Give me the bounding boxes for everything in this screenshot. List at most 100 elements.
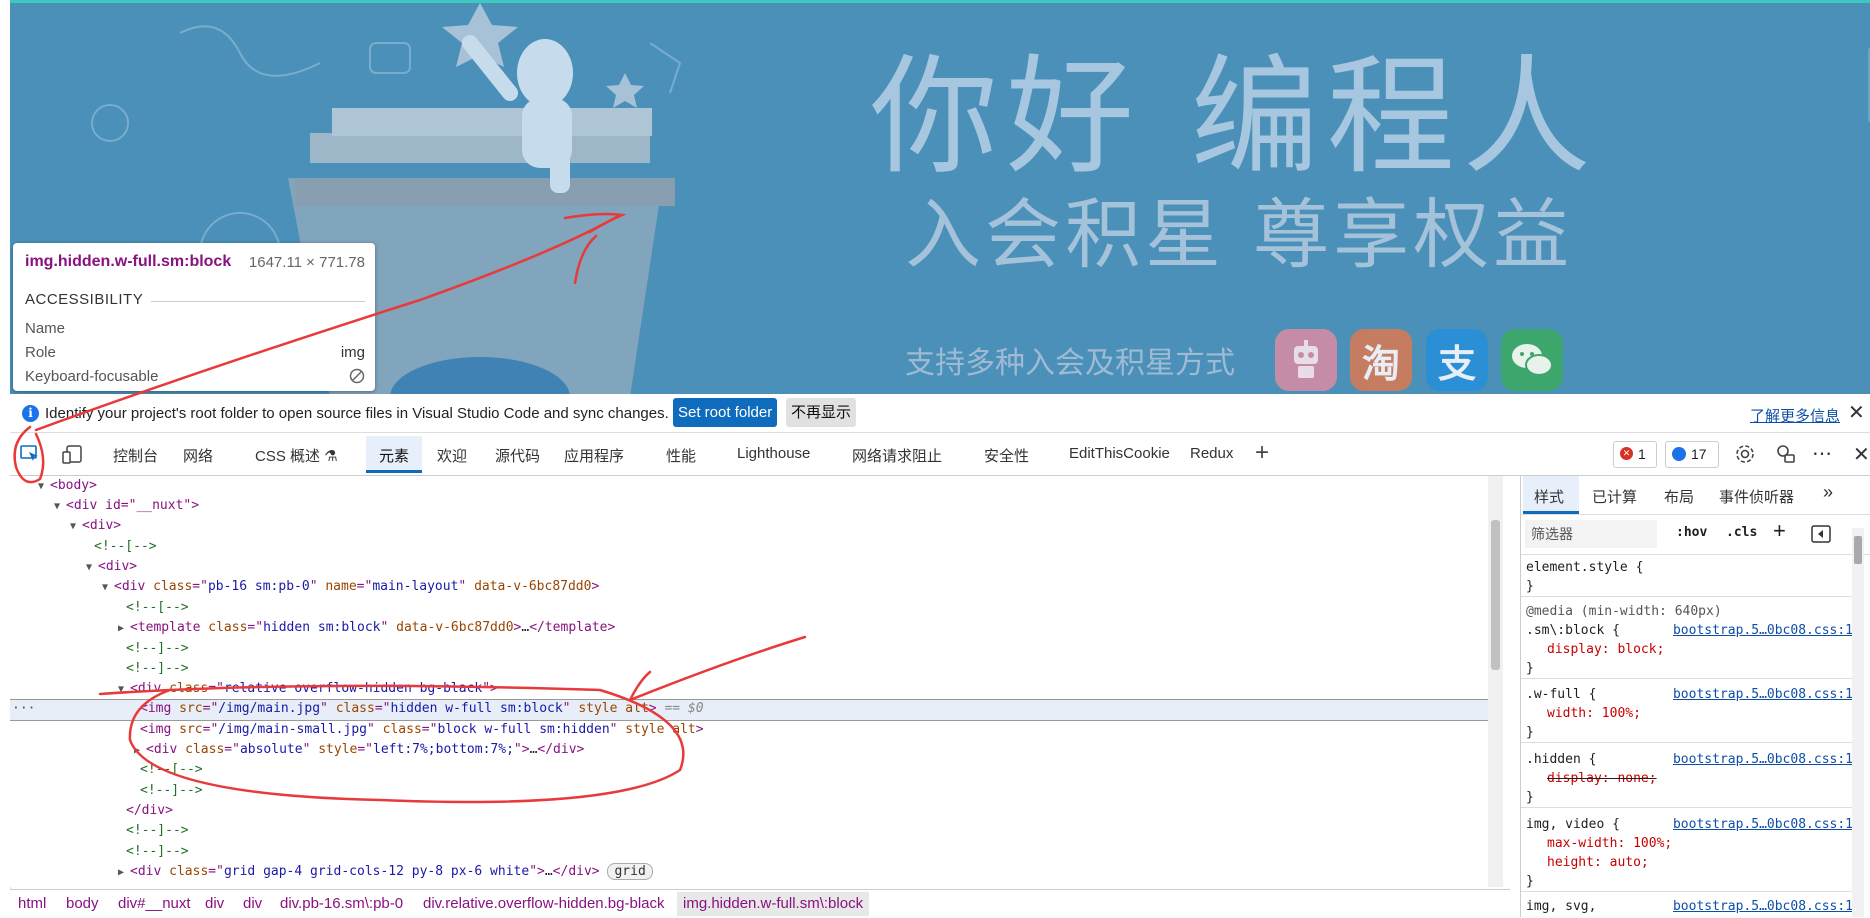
tooltip-dimensions: 1647.11 × 771.78	[248, 254, 365, 271]
infobar-message: Identify your project's root folder to o…	[45, 405, 669, 422]
tab-computed[interactable]: 已计算	[1592, 486, 1637, 507]
breadcrumb-item[interactable]: div.pb-16.sm\:pb-0	[280, 895, 403, 912]
active-tab-indicator	[366, 470, 422, 473]
gear-icon[interactable]	[1734, 443, 1756, 465]
set-root-folder-button[interactable]: Set root folder	[673, 398, 778, 427]
dom-node-img-main[interactable]: <img src="/img/main.jpg" class="hidden w…	[140, 699, 704, 719]
dom-node-template[interactable]: ▶ <template class="hidden sm:block" data-…	[118, 618, 615, 638]
tab-layout[interactable]: 布局	[1664, 486, 1694, 507]
connected-devices-icon[interactable]	[1775, 443, 1797, 465]
dom-comment[interactable]: <!--]-->	[126, 639, 189, 659]
tab-css-overview[interactable]: CSS 概述 ⚗	[255, 445, 338, 466]
tab-performance[interactable]: 性能	[666, 445, 696, 466]
add-tab-icon[interactable]: +	[1255, 439, 1269, 467]
message-count-badge[interactable]: 17	[1665, 441, 1719, 468]
dom-node-grid[interactable]: ▶ <div class="grid gap-4 grid-cols-12 py-…	[118, 862, 653, 882]
dom-node-img-small[interactable]: <img src="/img/main-small.jpg" class="bl…	[140, 720, 704, 740]
dom-comment[interactable]: <!--[-->	[126, 598, 189, 618]
tab-editthiscookie[interactable]: EditThisCookie	[1069, 445, 1170, 462]
dom-node-body[interactable]: ▼ <body>	[38, 476, 97, 496]
inspect-tooltip: img.hidden.w-full.sm:block 1647.11 × 771…	[13, 243, 375, 391]
node-actions-icon[interactable]: ···	[12, 699, 35, 719]
dom-node-nuxt[interactable]: ▼ <div id="__nuxt">	[54, 496, 199, 516]
tab-elements[interactable]: 元素	[367, 445, 421, 466]
styles-scrollbar-thumb[interactable]	[1854, 536, 1862, 564]
dom-comment[interactable]: <!--]-->	[126, 821, 189, 841]
tab-event-listeners[interactable]: 事件侦听器	[1719, 486, 1794, 507]
close-icon[interactable]: ✕	[1848, 400, 1865, 425]
dom-comment[interactable]: <!--[-->	[94, 537, 157, 557]
tab-network-request-blocking[interactable]: 网络请求阻止	[852, 445, 942, 466]
breadcrumb-item[interactable]: div	[243, 895, 262, 912]
rule-element-style[interactable]: element.style { }	[1521, 558, 1853, 597]
close-devtools-icon[interactable]: ✕	[1853, 442, 1870, 467]
error-count-badge[interactable]: ✕ 1	[1613, 441, 1657, 468]
tooltip-focusable-row: Keyboard-focusable	[25, 368, 365, 385]
rule-img-svg[interactable]: img, svg, bootstrap.5…0bc08.css:1	[1521, 897, 1853, 916]
dom-node-main-layout[interactable]: ▼ <div class="pb-16 sm:pb-0" name="main-l…	[102, 577, 599, 597]
tooltip-name-row: Name	[25, 320, 66, 337]
styles-tabs: 样式 已计算 布局 事件侦听器 »	[1521, 476, 1870, 515]
cls-toggle[interactable]: .cls	[1726, 525, 1757, 540]
tab-redux[interactable]: Redux	[1190, 445, 1233, 462]
hero-tagline: 支持多种入会及积星方式	[905, 346, 1235, 381]
breadcrumb-item[interactable]: div#__nuxt	[118, 895, 191, 912]
dom-comment[interactable]: <!--]-->	[126, 659, 189, 679]
tab-sources[interactable]: 源代码	[495, 445, 540, 466]
tooltip-accessibility-heading: ACCESSIBILITY	[25, 291, 144, 308]
rule-sm-block[interactable]: @media (min-width: 640px) .sm\:block {bo…	[1521, 602, 1853, 679]
taobao-icon: 淘	[1350, 329, 1412, 391]
hov-toggle[interactable]: :hov	[1676, 525, 1707, 540]
new-rule-icon[interactable]: +	[1773, 518, 1786, 544]
rule-w-full[interactable]: .w-full {bootstrap.5…0bc08.css:1 width: …	[1521, 685, 1853, 743]
flask-icon: ⚗	[324, 448, 338, 465]
error-icon: ✕	[1620, 447, 1633, 460]
tab-security[interactable]: 安全性	[984, 445, 1029, 466]
hero-title: 你好 编程人	[870, 43, 1599, 192]
devtools-infobar: i Identify your project's root folder to…	[10, 394, 1870, 433]
dom-node-div-end[interactable]: </div>	[126, 801, 173, 821]
more-options-icon[interactable]: ⋯	[1812, 441, 1832, 466]
dom-node-absolute[interactable]: ▶ <div class="absolute" style="left:7%;bo…	[134, 740, 584, 760]
wechat-icon	[1501, 329, 1563, 391]
tooltip-selector: img.hidden.w-full.sm:block	[25, 253, 232, 270]
inspect-element-icon[interactable]	[19, 443, 41, 465]
tab-network[interactable]: 网络	[183, 445, 213, 466]
info-icon: i	[22, 405, 39, 422]
more-tabs-icon[interactable]: »	[1823, 482, 1833, 503]
dom-comment[interactable]: <!--[-->	[140, 760, 203, 780]
breadcrumb-item[interactable]: div.relative.overflow-hidden.bg-black	[423, 895, 665, 912]
tooltip-role-row: Role img	[25, 344, 365, 361]
device-emulation-icon[interactable]	[61, 443, 83, 465]
dont-show-again-button[interactable]: 不再显示	[786, 398, 857, 427]
robot-icon	[1275, 329, 1337, 391]
styles-filter-input[interactable]: 筛选器	[1525, 520, 1657, 548]
hero-subtitle: 入会积星 尊享权益	[905, 190, 1574, 279]
styles-scrollbar[interactable]	[1852, 528, 1864, 917]
dom-breadcrumb: html body div#__nuxt div div div.pb-16.s…	[10, 889, 1510, 918]
rule-hidden[interactable]: .hidden {bootstrap.5…0bc08.css:1 display…	[1521, 750, 1853, 808]
devtools-toolbar: 控制台 网络 CSS 概述 ⚗ 元素 欢迎 源代码 应用程序 性能 Lighth…	[10, 433, 1870, 476]
toggle-sidebar-icon[interactable]	[1811, 525, 1831, 543]
grid-badge[interactable]: grid	[607, 863, 653, 880]
not-focusable-icon	[349, 368, 365, 388]
dom-comment[interactable]: <!--]-->	[140, 781, 203, 801]
elements-dom-tree[interactable]: ··· ▼ <body> ▼ <div id="__nuxt"> ▼ <div> <!…	[10, 476, 1498, 887]
breadcrumb-item[interactable]: body	[66, 895, 99, 912]
breadcrumb-item-current[interactable]: img.hidden.w-full.sm\:block	[677, 892, 870, 916]
tab-styles[interactable]: 样式	[1534, 486, 1564, 507]
tab-welcome[interactable]: 欢迎	[437, 445, 467, 466]
tab-lighthouse[interactable]: Lighthouse	[737, 445, 810, 462]
dom-node-div[interactable]: ▼ <div>	[86, 557, 137, 577]
message-icon	[1672, 447, 1686, 461]
breadcrumb-item[interactable]: html	[18, 895, 46, 912]
dom-node-div[interactable]: ▼ <div>	[70, 516, 121, 536]
dom-node-relative[interactable]: ▼ <div class="relative overflow-hidden bg…	[118, 679, 498, 699]
elements-scrollbar-thumb[interactable]	[1491, 520, 1500, 670]
dom-comment[interactable]: <!--]-->	[126, 842, 189, 862]
learn-more-link[interactable]: 了解更多信息	[1750, 405, 1840, 426]
rule-img-video[interactable]: img, video {bootstrap.5…0bc08.css:1 max-…	[1521, 815, 1853, 892]
tab-console[interactable]: 控制台	[113, 445, 158, 466]
breadcrumb-item[interactable]: div	[205, 895, 224, 912]
tab-application[interactable]: 应用程序	[564, 445, 624, 466]
